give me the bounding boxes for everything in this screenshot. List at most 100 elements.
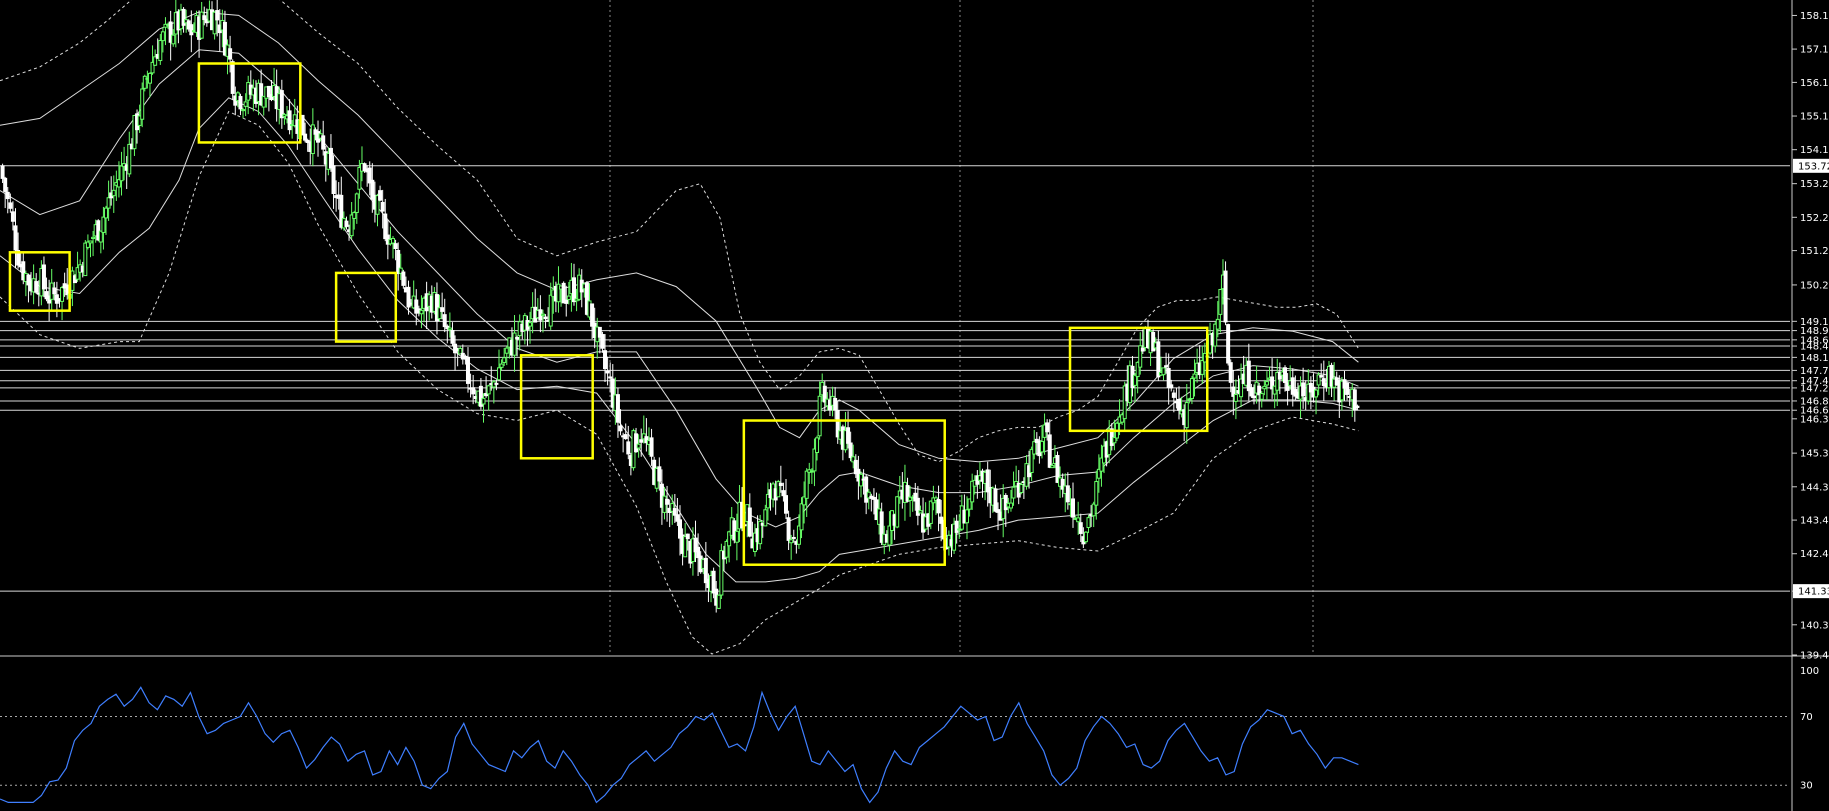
candle-body [1259,393,1264,400]
candle-body [543,316,548,320]
candle-body [1264,381,1269,386]
candle-body [91,236,96,240]
candle-body [1246,360,1251,392]
chart-background [0,0,1829,811]
candle-body [60,287,65,302]
candle-body [1076,517,1081,523]
candle-body [499,363,504,368]
candle-body [1164,365,1169,368]
y-tick-label-8: 150.25 [1800,280,1829,291]
candle-body [603,350,608,370]
candle-body [716,594,721,609]
candle-body [564,299,569,304]
candle-body [918,510,923,514]
candle-body [354,193,359,213]
candle-body [1071,498,1076,518]
candle-body [683,536,688,558]
candle-body [1039,440,1044,453]
candle-body [502,357,507,363]
candle-body [401,271,406,286]
candle-body [1140,347,1145,352]
candle-body [1008,502,1013,509]
y-tick-label-7: 151.25 [1800,246,1829,257]
highlight-price-tag: 153.72 [1798,161,1829,172]
candle-body [279,90,284,119]
y-tick-label-4: 154.19 [1800,145,1829,156]
candle-body [106,197,111,209]
candle-body [649,437,654,457]
chart-canvas: 158.10 157.12 156.15 155.17 154.19 153.20 152.… [0,0,1829,811]
candle-body [566,295,571,300]
candle-body [8,202,13,209]
candle-body [1200,360,1205,375]
candle-body [442,314,447,328]
candle-body [1192,373,1197,379]
candle-body [171,34,176,45]
y-tick-label-2: 156.15 [1800,78,1829,89]
y-tick-label-23: 142.42 [1800,549,1829,560]
candle-body [65,284,70,296]
candle-body [1032,441,1037,455]
candle-body [465,356,470,384]
candle-body [1218,289,1223,315]
candle-body [447,327,452,331]
candle-body [1233,394,1238,402]
candle-body [636,443,641,449]
candle-body [88,240,93,244]
candle-body [486,385,491,395]
candle-body [639,439,644,443]
candle-body [10,211,15,222]
candle-body [817,395,822,437]
candle-body [1045,422,1050,433]
y-tick-label-13: 148.14 [1800,353,1829,364]
candle-body [833,397,838,411]
candle-body [419,309,424,315]
y-tick-label-12: 148.47 [1800,342,1829,353]
candle-body [160,31,165,42]
candle-body [230,61,235,94]
candle-body [1251,395,1256,399]
candle-body [5,191,10,200]
candle-body [993,488,998,512]
candle-body [3,177,8,192]
candle-body [494,382,499,385]
candle-body [380,201,385,212]
candle-body [1091,503,1096,517]
candle-body [13,225,18,251]
candle-body [895,496,900,528]
candle-body [101,216,106,233]
candle-body [936,499,941,514]
candle-body [626,441,631,455]
candle-body [1319,375,1324,378]
candle-body [450,330,455,344]
candle-body [440,307,445,312]
candle-body [786,517,791,541]
candle-body [781,490,786,497]
y-tick-label-6: 152.22 [1800,213,1829,224]
osc-tick-label-0: 100 [1800,666,1819,677]
candle-body [954,520,959,533]
candle-body [328,147,333,169]
candle-body [804,470,809,499]
candle-body [189,24,194,36]
candle-body [672,508,677,516]
candle-body [600,334,605,349]
y-tick-label-5: 153.20 [1800,179,1829,190]
candle-body [352,212,357,219]
osc-tick-label-2: 30 [1800,781,1813,792]
candle-body [846,427,851,444]
candle-body [238,96,243,110]
candle-body [1078,522,1083,534]
candle-body [393,243,398,250]
candle-body [83,242,88,277]
candle-body [1011,486,1016,499]
candle-body [1249,387,1254,397]
candle-body [1228,362,1233,383]
candle-body [799,503,804,531]
candle-body [1047,434,1052,468]
candle-body [778,482,783,487]
candle-body [1314,389,1319,398]
candle-body [540,313,545,316]
candle-body [665,498,670,505]
candle-body [241,109,246,112]
